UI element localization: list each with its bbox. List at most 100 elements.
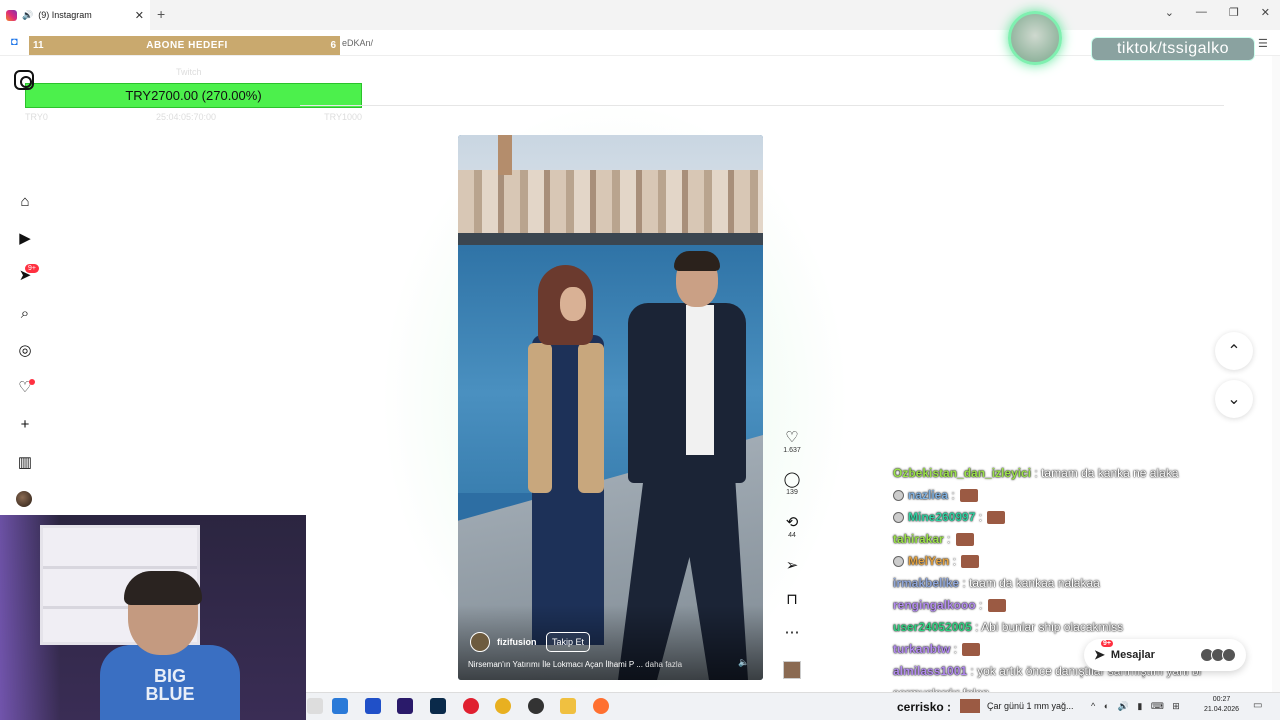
clock[interactable]: 00:27 21.04.2026 bbox=[1204, 695, 1239, 715]
address-text[interactable]: eDKAn/ bbox=[342, 38, 373, 48]
woman-vest bbox=[528, 343, 552, 493]
speaker-icon[interactable]: 🔊 bbox=[22, 10, 33, 21]
browser-menu-icon[interactable]: ☰ bbox=[1258, 37, 1268, 50]
streamer: BIG BLUE bbox=[100, 571, 240, 720]
chat-badge-icon bbox=[893, 556, 904, 568]
close-window-button[interactable]: ✕ bbox=[1261, 6, 1270, 19]
share-icon[interactable]: ➢ bbox=[780, 557, 804, 575]
close-tab-icon[interactable]: ✕ bbox=[135, 9, 144, 22]
reels-icon[interactable]: ▶ bbox=[14, 227, 36, 249]
previous-reel-button[interactable]: ⌃ bbox=[1215, 332, 1253, 370]
profile-avatar[interactable] bbox=[16, 491, 32, 507]
chat-text: Abi bunlar ship olacakmiss bbox=[981, 620, 1124, 634]
chat-message: nazliea : bbox=[893, 484, 1273, 506]
chat-emote-icon bbox=[987, 599, 1006, 613]
home-icon[interactable]: ⌂ bbox=[14, 190, 36, 212]
notification-center-icon[interactable]: ▭ bbox=[1253, 700, 1262, 711]
goal-current: 11 bbox=[33, 40, 44, 51]
caption-more-link[interactable]: daha fazla bbox=[645, 660, 682, 669]
shirt-print: BIG BLUE bbox=[130, 667, 210, 703]
chat-text: tamam da kanka ne alaka bbox=[1041, 466, 1179, 480]
next-reel-button[interactable]: ⌄ bbox=[1215, 380, 1253, 418]
man-shirt bbox=[686, 305, 714, 455]
chat-emote-icon bbox=[987, 511, 1006, 525]
chat-message: user24052005 : Abi bunlar ship olacakmis… bbox=[893, 616, 1273, 638]
follow-button[interactable]: Takip Et bbox=[546, 632, 591, 652]
search-icon[interactable]: ⌕ bbox=[14, 302, 36, 324]
chat-message: MelYen : bbox=[893, 550, 1273, 572]
chat-emote-icon bbox=[961, 555, 980, 569]
reel-video[interactable]: fizifusion Takip Et Nirseman'ın Yatırımı… bbox=[458, 135, 763, 680]
chat-username: Ozbekistan_dan_izleyici bbox=[893, 466, 1032, 480]
chat-separator: : bbox=[1031, 466, 1042, 480]
maximize-button[interactable]: ❐ bbox=[1229, 6, 1239, 19]
repost-count: 44 bbox=[788, 532, 796, 539]
donation-goal-text: TRY2700.00 (270.00%) bbox=[125, 88, 262, 103]
system-tray[interactable]: ^ ◐ 🔊 ▮ ⌨ ⊞ bbox=[1091, 701, 1183, 712]
messages-label: Mesajlar bbox=[1110, 649, 1155, 661]
subscriber-goal-bar: 11 ABONE HEDEFI 6 bbox=[29, 36, 340, 55]
obs-icon[interactable] bbox=[528, 698, 544, 714]
chat-message: irmakbelike : taam da kankaa nalakaa bbox=[893, 572, 1273, 594]
new-tab-button[interactable]: + bbox=[157, 6, 165, 22]
comment-icon[interactable]: ◯ bbox=[780, 471, 804, 489]
audio-thumbnail[interactable] bbox=[783, 661, 801, 679]
comment-action[interactable]: ◯ 139 bbox=[780, 471, 804, 496]
caption-text: Nirseman'ın Yatırımı İle Lokmacı Açan İl… bbox=[468, 660, 643, 669]
donation-ghost-title: Twitch bbox=[176, 67, 202, 77]
instagram-logo-icon[interactable] bbox=[14, 70, 34, 90]
woman-vest bbox=[578, 343, 604, 493]
bookmark-icon[interactable]: ⊓ bbox=[780, 591, 804, 609]
share-action[interactable]: ➢ bbox=[780, 557, 804, 575]
goal-target: 6 bbox=[330, 40, 336, 51]
notification-dot bbox=[29, 379, 35, 385]
video-tower bbox=[498, 135, 512, 175]
firefox-icon[interactable] bbox=[593, 698, 609, 714]
more-options-icon[interactable]: ⋯ bbox=[780, 624, 804, 642]
chat-username: rengingalkooo bbox=[893, 598, 976, 612]
donation-ghost-end: TRY1000 bbox=[324, 112, 362, 122]
avatar bbox=[1222, 648, 1236, 662]
file-icon[interactable] bbox=[307, 698, 323, 714]
chat-text: taam da kankaa nalakaa bbox=[969, 576, 1100, 590]
folder-icon[interactable] bbox=[560, 698, 576, 714]
opera-icon[interactable] bbox=[463, 698, 479, 714]
video-city bbox=[458, 170, 763, 240]
messages-button[interactable]: ➤ 9+ Mesajlar bbox=[1084, 639, 1246, 671]
edge-icon[interactable] bbox=[332, 698, 348, 714]
heart-icon[interactable]: ♡ bbox=[780, 429, 804, 447]
chat-username: tahirakar bbox=[893, 532, 944, 546]
chat-username: almilass1001 bbox=[893, 664, 968, 678]
instagram-favicon-icon bbox=[6, 9, 17, 21]
browser-tab[interactable]: 🔊 (9) Instagram ✕ bbox=[0, 0, 150, 30]
repost-icon[interactable]: ⟲ bbox=[780, 514, 804, 532]
chrome-icon[interactable] bbox=[495, 698, 511, 714]
photoshop-icon[interactable] bbox=[430, 698, 446, 714]
notification-badge: 9+ bbox=[25, 264, 39, 273]
premiere-icon[interactable] bbox=[397, 698, 413, 714]
tab-title: (9) Instagram bbox=[38, 10, 92, 20]
chat-emote-icon bbox=[955, 533, 974, 547]
donation-ghost-timer: 25:04:05:70:00 bbox=[155, 112, 217, 122]
chat-separator: : bbox=[948, 488, 959, 502]
save-action[interactable]: ⊓ bbox=[780, 591, 804, 609]
author-name[interactable]: fizifusion bbox=[497, 637, 537, 647]
page-scrollbar[interactable] bbox=[1272, 56, 1280, 692]
explore-icon[interactable]: ◎ bbox=[14, 339, 36, 361]
chat-message: rengingalkooo : bbox=[893, 594, 1273, 616]
create-icon[interactable]: + bbox=[14, 413, 36, 435]
author-avatar[interactable] bbox=[470, 632, 490, 652]
repost-action[interactable]: ⟲ 44 bbox=[780, 514, 804, 539]
volume-icon[interactable]: 🔈 bbox=[738, 657, 749, 668]
dashboard-icon[interactable]: ▥ bbox=[14, 451, 36, 473]
app-icon[interactable] bbox=[365, 698, 381, 714]
weather-widget[interactable]: Çar günü 1 mm yağ... bbox=[987, 701, 1074, 711]
chat-username: user24052005 bbox=[893, 620, 972, 634]
more-action[interactable]: ⋯ bbox=[780, 624, 804, 642]
tab-search-icon[interactable]: ⌄ bbox=[1165, 6, 1174, 19]
reel-caption[interactable]: Nirseman'ın Yatırımı İle Lokmacı Açan İl… bbox=[468, 660, 682, 669]
like-action[interactable]: ♡ 1.637 bbox=[780, 429, 804, 454]
minimize-button[interactable]: — bbox=[1196, 6, 1207, 19]
clock-date: 21.04.2026 bbox=[1204, 706, 1240, 713]
like-count: 1.637 bbox=[783, 447, 801, 454]
